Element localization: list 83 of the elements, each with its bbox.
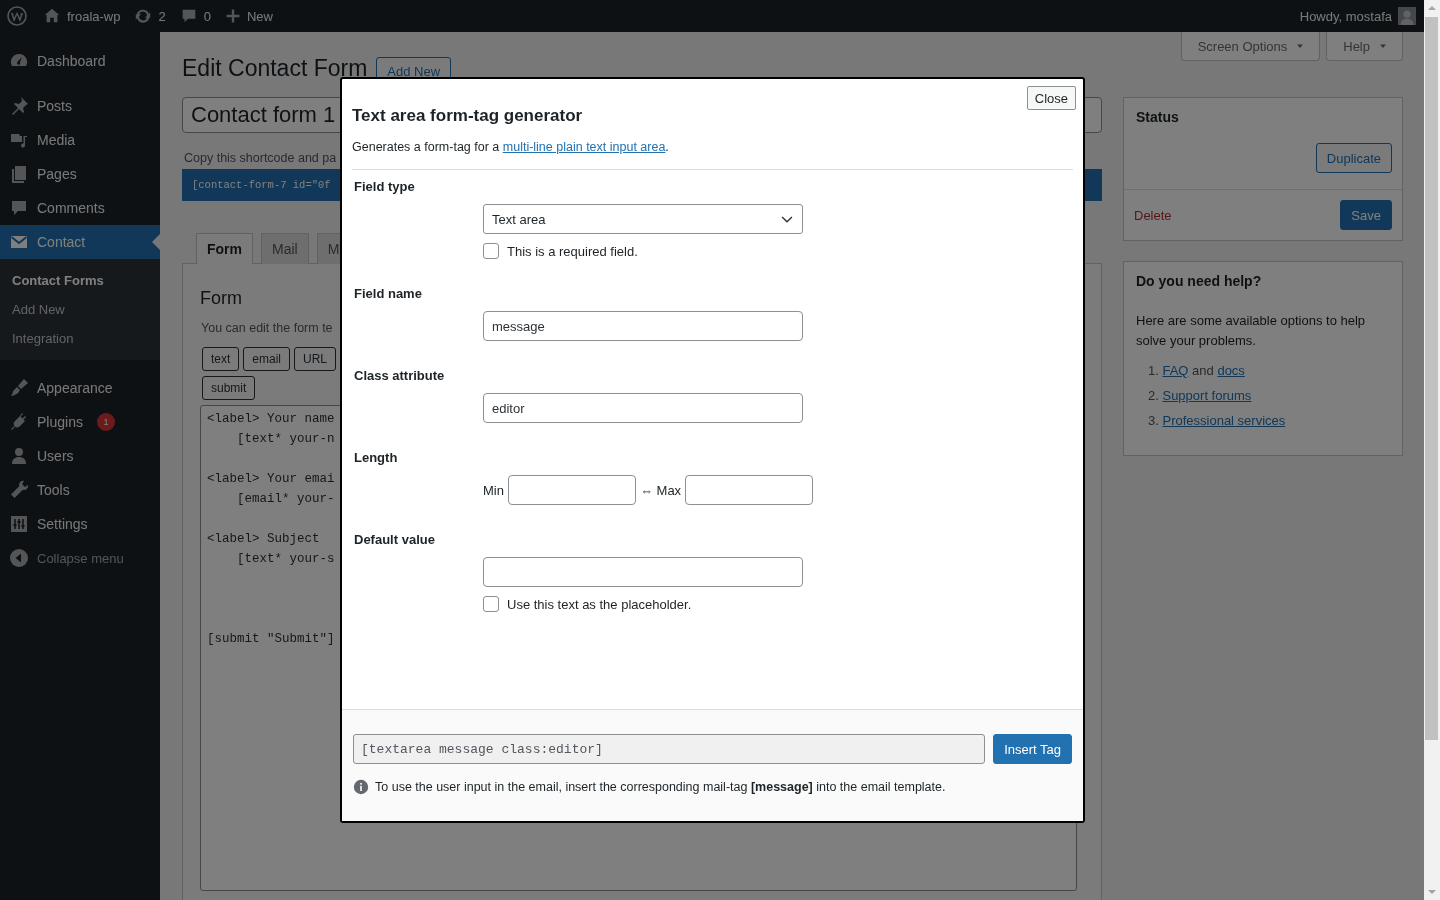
- tag-button[interactable]: submit: [202, 376, 256, 400]
- checkbox[interactable]: [483, 596, 499, 612]
- document-icon: [9, 164, 29, 184]
- greeting[interactable]: Howdy, mostafa: [1299, 8, 1392, 24]
- text-field[interactable]: editor: [483, 393, 803, 423]
- max-label: ⇔ Max: [639, 482, 682, 498]
- count-badge: 1: [96, 413, 115, 431]
- paintbrush-icon: [9, 378, 29, 398]
- save-button[interactable]: Save: [1340, 200, 1392, 230]
- avatar-icon[interactable]: [1398, 7, 1416, 25]
- menu-item[interactable]: Contact: [0, 225, 160, 259]
- sliders-icon: [9, 514, 29, 534]
- checkbox[interactable]: [483, 243, 499, 259]
- submenu-item[interactable]: Add New: [0, 295, 160, 324]
- dialog-title: Text area form-tag generator: [352, 106, 583, 126]
- field-label: Field name: [354, 285, 423, 303]
- min-label: Min: [483, 482, 504, 498]
- menu-item[interactable]: Dashboard: [0, 44, 160, 78]
- menu-item[interactable]: Tools: [0, 473, 160, 507]
- logo-icon[interactable]: [7, 6, 27, 26]
- house-icon[interactable]: [43, 7, 61, 25]
- duplicate-button[interactable]: Duplicate: [1315, 143, 1392, 173]
- help-text: Here are some available options to help solve your problems.: [1136, 312, 1367, 350]
- checkbox-label: Use this text as the placeholder.: [507, 596, 692, 612]
- field-label: Default value: [354, 531, 436, 549]
- help-list-item: 1. FAQ and docs: [1148, 362, 1246, 380]
- info-icon: [353, 779, 369, 795]
- text-field[interactable]: message: [483, 311, 803, 341]
- arrow-circle-icon: [9, 548, 29, 568]
- update-count[interactable]: 2: [158, 8, 166, 24]
- help-link[interactable]: docs: [1217, 363, 1245, 378]
- help-link[interactable]: FAQ: [1162, 363, 1189, 378]
- menu-item[interactable]: Settings: [0, 507, 160, 541]
- panel-title: Form: [200, 288, 242, 309]
- plus-icon[interactable]: [224, 8, 241, 24]
- text-field[interactable]: [507, 475, 636, 505]
- dialog-description: Generates a form-tag for a multi-line plain text input area.: [352, 140, 1073, 170]
- submenu-item[interactable]: Integration: [0, 324, 160, 353]
- submenu-item[interactable]: Contact Forms: [0, 266, 160, 295]
- tag-button[interactable]: text: [202, 347, 240, 371]
- site-name[interactable]: froala-wp: [67, 8, 121, 24]
- text-field[interactable]: [685, 475, 814, 505]
- delete-link[interactable]: Delete: [1134, 207, 1172, 223]
- help-button[interactable]: Help: [1326, 32, 1403, 61]
- insert-tag-button[interactable]: Insert Tag: [993, 734, 1072, 764]
- text-field[interactable]: [483, 557, 803, 587]
- screen-options-button[interactable]: Screen Options: [1180, 32, 1321, 61]
- refresh-icon[interactable]: [134, 7, 153, 25]
- plug-icon: [9, 412, 29, 432]
- field-label: Class attribute: [354, 367, 446, 385]
- new-link[interactable]: New: [246, 8, 273, 24]
- wrench-icon: [9, 480, 29, 500]
- box-title: Do you need help?: [1135, 272, 1263, 289]
- menu-item[interactable]: Media: [0, 123, 160, 157]
- close-button[interactable]: Close: [1026, 86, 1076, 110]
- panel-hint: You can edit the form te: [201, 321, 333, 335]
- page-title: Edit Contact Form: [182, 55, 368, 82]
- checkbox-label: This is a required field.: [507, 243, 638, 259]
- menu-item[interactable]: Users: [0, 439, 160, 473]
- shortcode-hint: Copy this shortcode and pa: [184, 151, 337, 165]
- menu-item[interactable]: Plugins 1: [0, 405, 160, 439]
- help-list-item: 3. Professional services: [1148, 412, 1287, 430]
- tab[interactable]: Mail: [261, 233, 309, 264]
- menu-item[interactable]: Posts: [0, 89, 160, 123]
- help-list-item: 2. Support forums: [1148, 387, 1253, 405]
- info-note: To use the user input in the email, insert the corresponding mail-tag [message] into the email template.: [375, 780, 946, 794]
- menu-item[interactable]: Comments: [0, 191, 160, 225]
- help-link[interactable]: Support forums: [1162, 388, 1252, 403]
- tag-code-field[interactable]: [textarea message class:editor]: [353, 734, 986, 764]
- field-label: Field type: [354, 178, 416, 196]
- help-link[interactable]: Professional services: [1162, 413, 1286, 428]
- person-icon: [9, 446, 29, 466]
- speech-bubble-icon: [9, 198, 29, 218]
- tab[interactable]: Form: [196, 233, 253, 264]
- box-title: Status: [1135, 108, 1180, 125]
- tag-button[interactable]: URL: [294, 347, 337, 371]
- select-field[interactable]: Text area: [483, 204, 803, 234]
- menu-item[interactable]: Pages: [0, 157, 160, 191]
- tag-button[interactable]: email: [243, 347, 291, 371]
- comment-count[interactable]: 0: [203, 8, 211, 24]
- menu-item[interactable]: Appearance: [0, 371, 160, 405]
- field-label: Length: [354, 449, 399, 467]
- collapse-menu-button[interactable]: Collapse menu: [0, 541, 160, 575]
